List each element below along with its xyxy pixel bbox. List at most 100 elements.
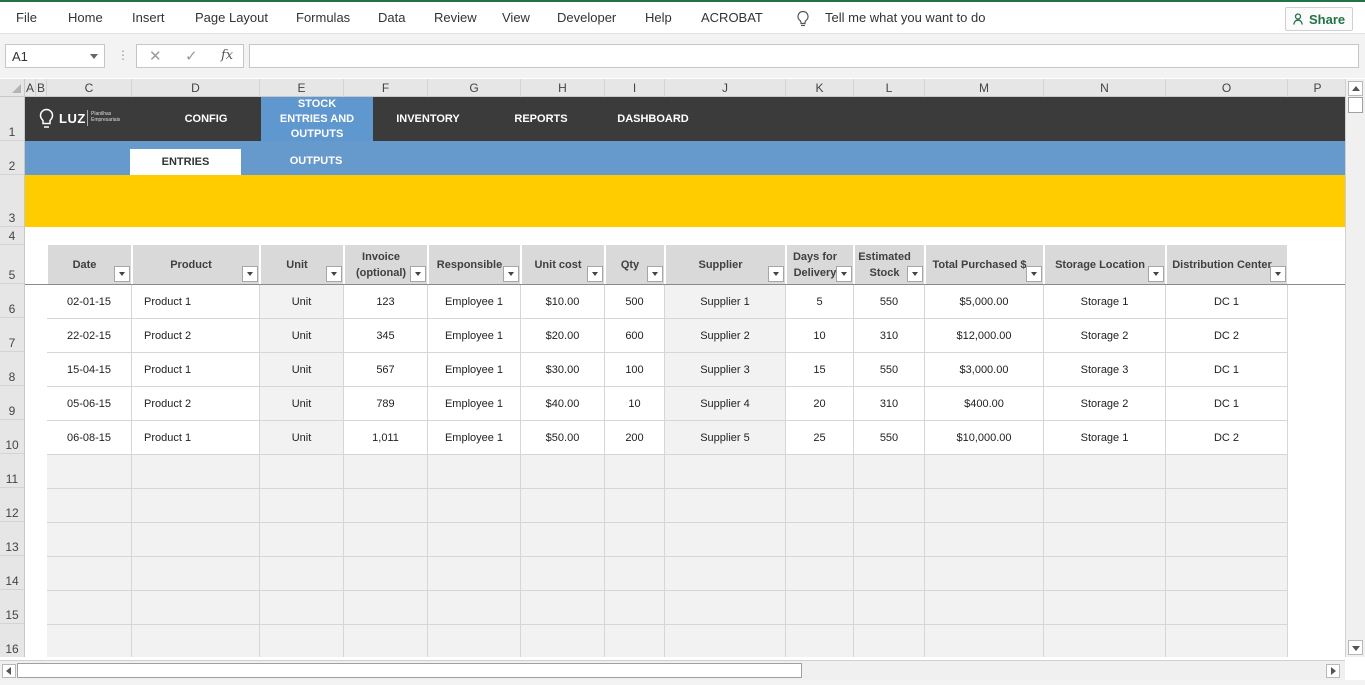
empty-table-cell[interactable] xyxy=(260,625,344,657)
table-cell[interactable]: Storage 1 xyxy=(1044,285,1166,319)
formula-input[interactable] xyxy=(249,44,1359,68)
table-cell[interactable]: $30.00 xyxy=(521,353,605,387)
table-cell[interactable]: Supplier 5 xyxy=(665,421,786,455)
empty-table-cell[interactable] xyxy=(428,523,521,557)
empty-table-cell[interactable] xyxy=(925,625,1044,657)
empty-table-cell[interactable] xyxy=(1166,455,1288,489)
column-header-j[interactable]: J xyxy=(665,79,786,97)
row-header-5[interactable]: 5 xyxy=(0,245,24,284)
empty-table-cell[interactable] xyxy=(132,523,260,557)
empty-table-cell[interactable] xyxy=(665,625,786,657)
empty-table-cell[interactable] xyxy=(1166,557,1288,591)
table-cell[interactable]: 345 xyxy=(344,319,428,353)
filter-dropdown-icon[interactable] xyxy=(836,266,852,282)
empty-table-cell[interactable] xyxy=(521,455,605,489)
empty-table-cell[interactable] xyxy=(1044,523,1166,557)
empty-table-cell[interactable] xyxy=(786,523,854,557)
empty-table-cell[interactable] xyxy=(665,557,786,591)
menu-acrobat[interactable]: ACROBAT xyxy=(701,10,763,25)
empty-table-cell[interactable] xyxy=(605,625,665,657)
table-cell[interactable]: 550 xyxy=(854,285,925,319)
empty-table-cell[interactable] xyxy=(344,489,428,523)
empty-table-cell[interactable] xyxy=(786,455,854,489)
table-cell[interactable]: 200 xyxy=(605,421,665,455)
row-header-14[interactable]: 14 xyxy=(0,556,24,590)
empty-table-cell[interactable] xyxy=(854,557,925,591)
table-cell[interactable]: 789 xyxy=(344,387,428,421)
menu-review[interactable]: Review xyxy=(434,10,477,25)
table-cell[interactable]: $50.00 xyxy=(521,421,605,455)
table-cell[interactable]: 22-02-15 xyxy=(47,319,132,353)
nav-stock-entries-and-outputs[interactable]: STOCK ENTRIES AND OUTPUTS xyxy=(261,97,373,141)
table-cell[interactable]: Employee 1 xyxy=(428,285,521,319)
table-cell[interactable]: Storage 2 xyxy=(1044,319,1166,353)
table-cell[interactable]: Employee 1 xyxy=(428,387,521,421)
empty-table-cell[interactable] xyxy=(47,523,132,557)
empty-table-cell[interactable] xyxy=(344,625,428,657)
row-header-16[interactable]: 16 xyxy=(0,624,24,657)
empty-table-cell[interactable] xyxy=(47,489,132,523)
empty-table-cell[interactable] xyxy=(1166,625,1288,657)
table-cell[interactable]: Product 1 xyxy=(132,421,260,455)
empty-table-cell[interactable] xyxy=(786,489,854,523)
empty-table-cell[interactable] xyxy=(665,489,786,523)
filter-dropdown-icon[interactable] xyxy=(242,266,258,282)
empty-table-cell[interactable] xyxy=(132,591,260,625)
column-header-c[interactable]: C xyxy=(47,79,132,97)
row-header-10[interactable]: 10 xyxy=(0,420,24,454)
table-cell[interactable]: 1,011 xyxy=(344,421,428,455)
empty-table-cell[interactable] xyxy=(260,557,344,591)
empty-table-cell[interactable] xyxy=(132,625,260,657)
table-cell[interactable]: DC 2 xyxy=(1166,319,1288,353)
check-icon[interactable]: ✓ xyxy=(185,47,198,65)
empty-table-cell[interactable] xyxy=(665,455,786,489)
row-header-15[interactable]: 15 xyxy=(0,590,24,624)
row-header-1[interactable]: 1 xyxy=(0,97,24,141)
nav-config[interactable]: CONFIG xyxy=(158,97,254,141)
empty-table-cell[interactable] xyxy=(344,455,428,489)
empty-table-cell[interactable] xyxy=(344,591,428,625)
scroll-left-icon[interactable] xyxy=(2,664,16,678)
column-header-p[interactable]: P xyxy=(1288,79,1345,97)
row-header-7[interactable]: 7 xyxy=(0,318,24,352)
filter-dropdown-icon[interactable] xyxy=(1148,266,1164,282)
empty-table-cell[interactable] xyxy=(260,523,344,557)
table-cell[interactable]: $20.00 xyxy=(521,319,605,353)
empty-table-cell[interactable] xyxy=(521,557,605,591)
row-header-6[interactable]: 6 xyxy=(0,284,24,318)
horizontal-scrollbar[interactable] xyxy=(0,660,1345,680)
table-cell[interactable]: 5 xyxy=(786,285,854,319)
empty-table-cell[interactable] xyxy=(1166,591,1288,625)
column-header-l[interactable]: L xyxy=(854,79,925,97)
table-cell[interactable]: Employee 1 xyxy=(428,319,521,353)
table-cell[interactable]: 600 xyxy=(605,319,665,353)
column-header-b[interactable]: B xyxy=(36,79,47,97)
column-header-o[interactable]: O xyxy=(1166,79,1288,97)
table-cell[interactable]: Unit xyxy=(260,353,344,387)
subtab-entries[interactable]: ENTRIES xyxy=(130,149,241,175)
name-box[interactable]: A1 xyxy=(5,44,105,68)
empty-table-cell[interactable] xyxy=(665,591,786,625)
empty-table-cell[interactable] xyxy=(1044,489,1166,523)
vertical-scroll-thumb[interactable] xyxy=(1348,97,1363,113)
empty-table-cell[interactable] xyxy=(1166,489,1288,523)
table-cell[interactable]: Employee 1 xyxy=(428,353,521,387)
empty-table-cell[interactable] xyxy=(1044,557,1166,591)
table-cell[interactable]: Employee 1 xyxy=(428,421,521,455)
empty-table-cell[interactable] xyxy=(854,455,925,489)
column-header-i[interactable]: I xyxy=(605,79,665,97)
column-header-a[interactable]: A xyxy=(25,79,36,97)
empty-table-cell[interactable] xyxy=(47,455,132,489)
empty-table-cell[interactable] xyxy=(786,591,854,625)
table-cell[interactable]: Unit xyxy=(260,421,344,455)
chevron-down-icon[interactable] xyxy=(90,54,98,59)
empty-table-cell[interactable] xyxy=(605,489,665,523)
filter-dropdown-icon[interactable] xyxy=(587,266,603,282)
table-cell[interactable]: 15 xyxy=(786,353,854,387)
table-cell[interactable]: 100 xyxy=(605,353,665,387)
empty-table-cell[interactable] xyxy=(1044,625,1166,657)
table-cell[interactable]: 05-06-15 xyxy=(47,387,132,421)
table-cell[interactable]: Storage 2 xyxy=(1044,387,1166,421)
menu-home[interactable]: Home xyxy=(68,10,103,25)
table-cell[interactable]: 15-04-15 xyxy=(47,353,132,387)
